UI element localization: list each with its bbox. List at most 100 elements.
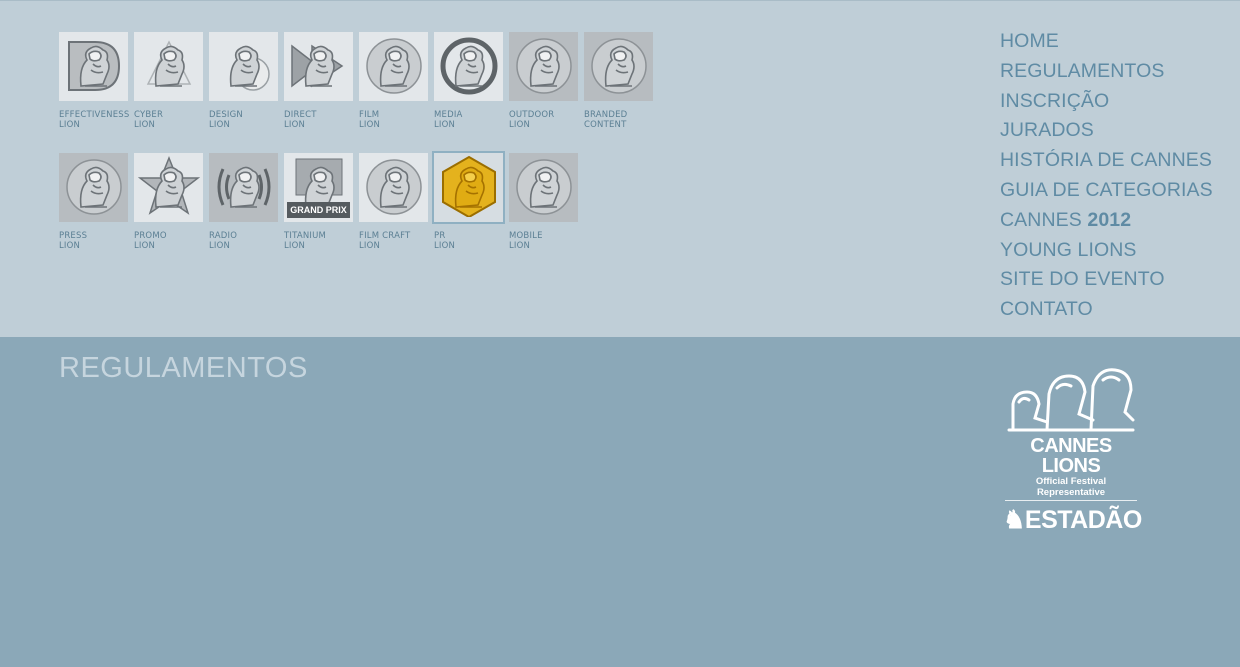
category-thumbnail[interactable]: GRAND PRIX xyxy=(284,153,353,222)
logo-title: CANNES LIONS xyxy=(1030,435,1112,477)
press-lion-icon xyxy=(63,155,125,221)
category-caption-line-1: PROMO xyxy=(134,231,167,241)
category-caption-line-1: BRANDED xyxy=(584,110,628,120)
category-caption-line-2: LION xyxy=(509,120,531,130)
header-panel: EFFECTIVENESS LION CYBER LION DESIGN LION D… xyxy=(0,0,1240,337)
nav-site-evento[interactable]: SITE DO EVENTO xyxy=(1000,265,1213,295)
category-thumbnail[interactable] xyxy=(509,153,578,222)
category-caption-line-2: LION xyxy=(134,120,156,130)
nav-inscricao[interactable]: INSCRIÇÃO xyxy=(1000,87,1213,117)
category-caption[interactable]: PROMO LION xyxy=(134,231,204,251)
category-caption-line-2: LION xyxy=(59,120,81,130)
nav-regulamentos[interactable]: REGULAMENTOS xyxy=(1000,57,1213,87)
category-caption[interactable]: TITANIUM LION xyxy=(284,231,354,251)
category-caption-line-2: LION xyxy=(209,120,231,130)
category-caption[interactable]: DESIGN LION xyxy=(209,110,279,130)
category-caption[interactable]: OUTDOOR LION xyxy=(509,110,579,130)
category-tile-branded-content-lion[interactable]: BRANDED CONTENT xyxy=(584,32,654,130)
logo-estadao: ♞ESTADÃO xyxy=(1003,506,1142,534)
category-thumbnail[interactable] xyxy=(134,32,203,101)
category-thumbnail[interactable] xyxy=(284,32,353,101)
category-thumbnail[interactable] xyxy=(359,153,428,222)
nav-contato[interactable]: CONTATO xyxy=(1000,295,1213,325)
nav-guia-categorias[interactable]: GUIA DE CATEGORIAS xyxy=(1000,176,1213,206)
category-caption-line-2: LION xyxy=(434,120,456,130)
effectiveness-lion-icon xyxy=(63,34,125,100)
category-caption-line-1: FILM CRAFT xyxy=(359,231,411,241)
page-title: REGULAMENTOS xyxy=(59,352,308,384)
category-tile-film-lion[interactable]: FILM LION xyxy=(359,32,429,130)
logo-estadao-text: ESTADÃO xyxy=(1024,506,1142,534)
category-thumbnail[interactable] xyxy=(209,32,278,101)
category-tile-design-lion[interactable]: DESIGN LION xyxy=(209,32,279,130)
category-caption-line-2: LION xyxy=(284,241,306,251)
category-tile-film-craft-lion[interactable]: FILM CRAFT LION xyxy=(359,153,429,251)
category-thumbnail[interactable] xyxy=(59,32,128,101)
outdoor-lion-icon xyxy=(513,34,575,100)
category-caption-line-1: DIRECT xyxy=(284,110,317,120)
nav-young-lions[interactable]: YOUNG LIONS xyxy=(1000,236,1213,266)
category-thumbnail[interactable] xyxy=(359,32,428,101)
category-caption[interactable]: EFFECTIVENESS LION xyxy=(59,110,129,130)
category-tile-direct-lion[interactable]: DIRECT LION xyxy=(284,32,354,130)
category-caption-line-1: FILM xyxy=(359,110,380,120)
nav-historia[interactable]: HISTÓRIA DE CANNES xyxy=(1000,146,1213,176)
category-caption[interactable]: PRESS LION xyxy=(59,231,129,251)
category-thumbnail[interactable] xyxy=(59,153,128,222)
category-thumbnail[interactable] xyxy=(209,153,278,222)
nav-cannes-year: 2012 xyxy=(1087,208,1132,231)
category-caption-line-2: LION xyxy=(134,241,156,251)
category-caption[interactable]: MEDIA LION xyxy=(434,110,504,130)
category-caption[interactable]: BRANDED CONTENT xyxy=(584,110,654,130)
category-caption[interactable]: RADIO LION xyxy=(209,231,279,251)
category-tile-press-lion[interactable]: PRESS LION xyxy=(59,153,129,251)
category-tile-mobile-lion[interactable]: MOBILE LION xyxy=(509,153,579,251)
category-tile-pr-lion[interactable]: PR LION xyxy=(432,151,505,251)
nav-home[interactable]: HOME xyxy=(1000,27,1213,57)
category-caption[interactable]: FILM CRAFT LION xyxy=(359,231,429,251)
mobile-lion-icon xyxy=(513,155,575,221)
category-caption[interactable]: FILM LION xyxy=(359,110,429,130)
category-thumbnail[interactable] xyxy=(432,151,505,224)
category-caption-line-1: RADIO xyxy=(209,231,238,241)
category-tile-titanium-lion[interactable]: GRAND PRIX TITANIUM LION xyxy=(284,153,354,251)
category-caption-line-1: PRESS xyxy=(59,231,88,241)
category-caption[interactable]: CYBER LION xyxy=(134,110,204,130)
category-caption-line-2: LION xyxy=(359,241,381,251)
category-caption[interactable]: DIRECT LION xyxy=(284,110,354,130)
category-tile-promo-lion[interactable]: PROMO LION xyxy=(134,153,204,251)
category-caption-line-1: TITANIUM xyxy=(284,231,327,241)
category-tile-outdoor-lion[interactable]: OUTDOOR LION xyxy=(509,32,579,130)
category-thumbnail[interactable] xyxy=(509,32,578,101)
pr-lion-icon xyxy=(438,155,500,221)
category-row-2: PRESS LION PROMO LION RADIO LION GRAND PRIX… xyxy=(59,151,584,251)
cyber-lion-icon xyxy=(138,34,200,100)
radio-lion-icon xyxy=(213,155,275,221)
film-lion-icon xyxy=(363,34,425,100)
category-tile-radio-lion[interactable]: RADIO LION xyxy=(209,153,279,251)
grand-prix-band: GRAND PRIX xyxy=(287,202,350,218)
nav-cannes-2012[interactable]: CANNES 2012 xyxy=(1000,206,1213,236)
category-caption-line-1: EFFECTIVENESS xyxy=(59,110,130,120)
category-tile-cyber-lion[interactable]: CYBER LION xyxy=(134,32,204,130)
category-tile-media-lion[interactable]: MEDIA LION xyxy=(434,32,504,130)
category-thumbnail[interactable] xyxy=(434,32,503,101)
nav-cannes-label: CANNES xyxy=(1000,208,1082,231)
nav-jurados[interactable]: JURADOS xyxy=(1000,116,1213,146)
category-thumbnail[interactable] xyxy=(134,153,203,222)
category-caption-line-1: PR xyxy=(434,231,446,241)
media-lion-icon xyxy=(438,34,500,100)
category-caption[interactable]: PR LION xyxy=(434,231,504,251)
cannes-lions-logo[interactable]: CANNES LIONS Official Festival Represent… xyxy=(1003,364,1142,534)
promo-lion-icon xyxy=(137,155,200,221)
film-craft-lion-icon xyxy=(363,155,425,221)
category-caption-line-2: LION xyxy=(359,120,381,130)
category-thumbnail[interactable] xyxy=(584,32,653,101)
horse-rider-icon: ♞ xyxy=(1003,506,1025,534)
category-tile-effectiveness-lion[interactable]: EFFECTIVENESS LION xyxy=(59,32,129,130)
category-caption-line-1: MOBILE xyxy=(509,231,543,241)
category-row-1: EFFECTIVENESS LION CYBER LION DESIGN LION D… xyxy=(59,32,659,130)
direct-lion-icon xyxy=(288,34,350,100)
design-lion-icon xyxy=(213,34,275,100)
category-caption[interactable]: MOBILE LION xyxy=(509,231,579,251)
